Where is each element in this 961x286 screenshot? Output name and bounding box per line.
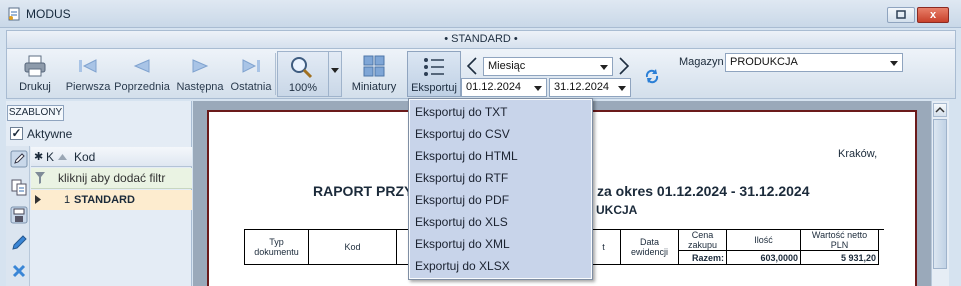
previous-period-icon[interactable] <box>466 57 478 75</box>
scroll-up-button[interactable] <box>933 103 947 117</box>
active-label: Aktywne <box>27 127 73 141</box>
copy-icon[interactable] <box>10 178 28 196</box>
menu-item-export-txt[interactable]: Eksportuj do TXT <box>415 101 507 123</box>
profile-bar[interactable]: • STANDARD • <box>6 30 956 49</box>
restore-icon <box>896 10 906 19</box>
filter-icon <box>35 172 45 184</box>
menu-item-export-pdf[interactable]: Eksportuj do PDF <box>415 189 509 211</box>
menu-item-export-xml[interactable]: Eksportuj do XML <box>415 233 510 255</box>
next-page-button[interactable]: Następna <box>172 49 228 99</box>
active-checkbox[interactable]: ✓ <box>10 127 23 140</box>
header-entry-date: Data ewidencji <box>620 229 679 265</box>
chevron-up-icon <box>935 106 945 113</box>
thumbnails-icon <box>363 55 385 77</box>
delete-icon[interactable] <box>10 262 28 280</box>
header-quantity: Ilość <box>726 229 801 251</box>
date-to-field[interactable]: 31.12.2024 <box>549 78 631 97</box>
total-label: Razem: <box>678 250 727 265</box>
menu-item-export-rtf[interactable]: Eksportuj do RTF <box>415 167 508 189</box>
zoom-divider <box>328 52 329 96</box>
toolbar-separator <box>275 53 276 95</box>
edit-icon[interactable] <box>10 150 28 168</box>
previous-page-button[interactable]: Poprzednia <box>113 49 171 99</box>
table-row[interactable]: 1 STANDARD <box>31 190 192 210</box>
filter-row[interactable]: kliknij aby dodać filtr <box>31 168 192 189</box>
row-pointer-icon <box>35 195 41 204</box>
report-title-left: RAPORT PRZY <box>313 183 414 199</box>
vertical-toolbar <box>6 146 30 286</box>
pencil-icon[interactable] <box>10 234 28 252</box>
chevron-down-icon[interactable] <box>331 68 339 74</box>
column-code-header[interactable]: Kod <box>74 150 95 164</box>
grid-header: ✱ K Kod <box>31 147 192 167</box>
last-page-button[interactable]: Ostatnia <box>227 49 275 99</box>
restore-button[interactable] <box>887 7 915 23</box>
column-k-header[interactable]: K <box>46 150 54 164</box>
first-page-icon <box>79 59 97 73</box>
window-title: MODUS <box>26 7 71 21</box>
checkmark-icon: ✓ <box>11 126 22 140</box>
menu-item-export-csv[interactable]: Eksportuj do CSV <box>415 123 510 145</box>
refresh-icon[interactable] <box>644 68 660 84</box>
last-page-icon <box>242 59 260 73</box>
tab-templates[interactable]: SZABLONY <box>7 105 64 121</box>
total-value: 5 931,20 <box>800 250 879 265</box>
previous-page-icon <box>133 59 150 73</box>
asterisk-icon: ✱ <box>34 151 44 163</box>
report-subtitle: UKCJA <box>596 203 638 217</box>
report-city: Kraków, <box>838 148 878 160</box>
export-button[interactable]: Eksportuj <box>407 51 461 97</box>
header-purchase-price: Cena zakupu <box>678 229 727 251</box>
save-icon[interactable] <box>10 206 28 224</box>
chevron-down-icon <box>890 61 898 66</box>
close-icon: x <box>929 9 937 21</box>
next-page-icon <box>192 59 209 73</box>
scroll-thumb[interactable] <box>933 119 947 269</box>
period-type-select[interactable]: Miesiąc <box>483 57 613 76</box>
chevron-down-icon <box>534 86 542 91</box>
list-export-icon <box>424 58 444 76</box>
menu-item-export-xlsx[interactable]: Exportuj do XLSX <box>415 255 510 277</box>
thumbnails-button[interactable]: Miniatury <box>345 49 403 99</box>
warehouse-select[interactable]: PRODUKCJA <box>725 53 903 72</box>
print-button[interactable]: Drukuj <box>9 49 61 99</box>
chevron-down-icon <box>600 65 608 70</box>
first-page-button[interactable]: Pierwsza <box>63 49 113 99</box>
sort-ascending-icon <box>58 154 67 160</box>
header-doc-type: Typ dokumentu <box>244 229 309 265</box>
zoom-button[interactable]: 100% <box>277 51 342 97</box>
printer-icon <box>24 55 46 77</box>
chevron-down-icon <box>618 86 626 91</box>
header-net-value: Wartość netto PLN <box>800 229 879 251</box>
magnifier-icon <box>291 57 313 79</box>
warehouse-label: Magazyn <box>679 56 724 68</box>
report-title-right: za okres 01.12.2024 - 31.12.2024 <box>597 183 810 199</box>
app-document-icon <box>7 7 21 21</box>
header-code: Kod <box>308 229 397 265</box>
menu-item-export-xls[interactable]: Eksportuj do XLS <box>415 211 508 233</box>
total-quantity: 603,0000 <box>726 250 801 265</box>
next-period-icon[interactable] <box>618 57 630 75</box>
menu-item-export-html[interactable]: Eksportuj do HTML <box>415 145 518 167</box>
date-from-field[interactable]: 01.12.2024 <box>461 78 547 97</box>
title-bar <box>0 0 961 28</box>
close-button[interactable]: x <box>917 7 949 23</box>
